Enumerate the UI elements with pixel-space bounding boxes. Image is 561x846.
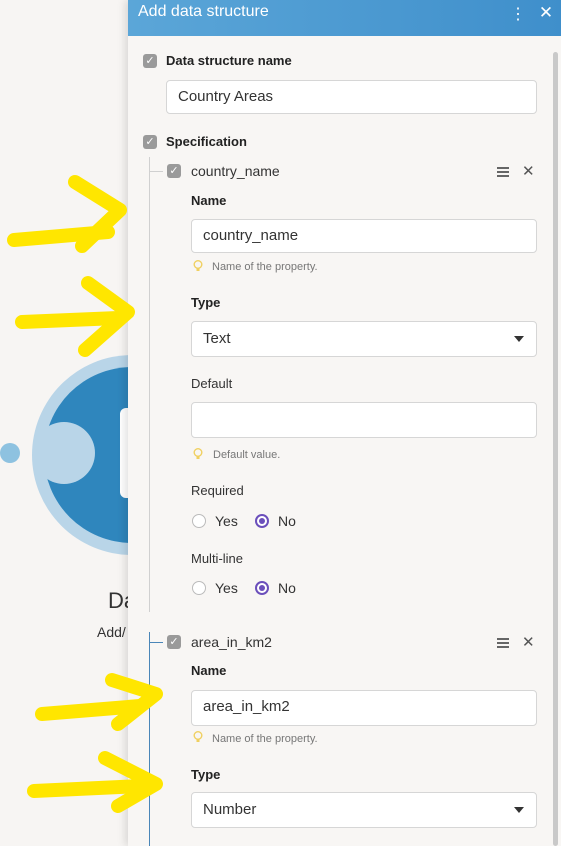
annotation-arrows bbox=[7, 175, 163, 813]
